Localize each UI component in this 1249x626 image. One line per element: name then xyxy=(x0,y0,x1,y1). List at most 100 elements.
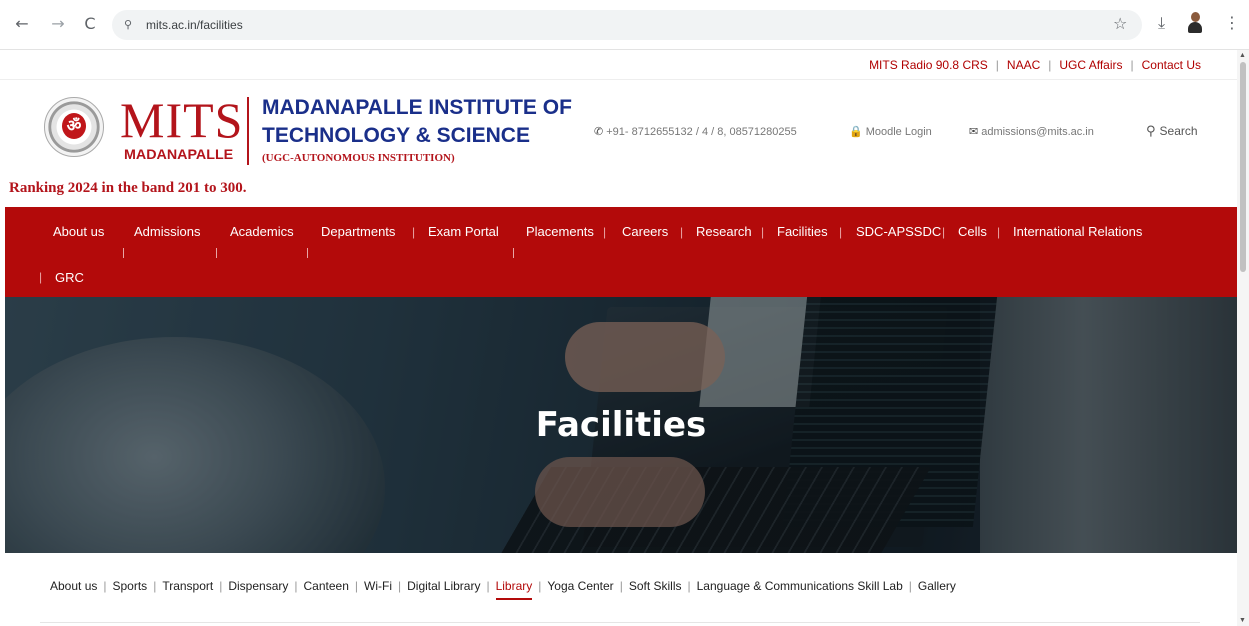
nav-separator: | xyxy=(412,225,416,239)
page-scrollbar[interactable]: ▲ ▼ xyxy=(1237,50,1249,626)
nav-item-grc[interactable]: GRC xyxy=(55,270,84,285)
main-navigation: About us Admissions Academics Department… xyxy=(5,207,1237,297)
institute-subtitle: (UGC-AUTONOMOUS INSTITUTION) xyxy=(262,152,455,164)
nav-item-exam-portal[interactable]: Exam Portal xyxy=(428,224,499,239)
nav-separator xyxy=(307,248,308,258)
nav-item-international-relations[interactable]: International Relations xyxy=(1013,224,1142,239)
subnav-item-soft-skills[interactable]: Soft Skills xyxy=(629,579,682,593)
nav-item-departments[interactable]: Departments xyxy=(321,224,395,239)
subnav-item-about-us[interactable]: About us xyxy=(50,579,97,593)
nav-item-about-us[interactable]: About us xyxy=(53,224,104,239)
top-link-separator: | xyxy=(995,58,999,72)
scrollbar-thumb[interactable] xyxy=(1240,62,1246,272)
search-icon: ⚲ xyxy=(1146,124,1156,139)
subnav-separator: | xyxy=(103,579,107,593)
nav-item-cells[interactable]: Cells xyxy=(958,224,987,239)
ranking-text: Ranking 2024 in the band 201 to 300. xyxy=(9,180,247,196)
subnav-item-digital-library[interactable]: Digital Library xyxy=(407,579,480,593)
nav-separator: | xyxy=(942,225,946,239)
reload-icon[interactable]: C xyxy=(80,14,100,34)
phone-number: +91- 8712655132 / 4 / 8, 08571280255 xyxy=(606,126,797,138)
nav-item-placements[interactable]: Placements xyxy=(526,224,594,239)
page-title: Facilities xyxy=(535,405,707,445)
subnav-item-wi-fi[interactable]: Wi-Fi xyxy=(364,579,392,593)
top-link-radio[interactable]: MITS Radio 90.8 CRS xyxy=(869,58,988,72)
subnav-item-library-active[interactable]: Library xyxy=(495,579,533,600)
subnav-separator: | xyxy=(687,579,691,593)
nav-separator: | xyxy=(39,270,43,284)
mail-icon: ✉ xyxy=(969,125,979,138)
nav-separator xyxy=(513,248,514,258)
hero-banner: Facilities xyxy=(5,297,1237,553)
moodle-login-link[interactable]: 🔒 Moodle Login xyxy=(849,125,932,138)
browser-menu-icon[interactable]: ⋮ xyxy=(1224,13,1240,32)
email-link[interactable]: ✉ admissions@mits.ac.in xyxy=(969,125,1094,138)
download-icon[interactable]: ⤓ xyxy=(1158,13,1165,33)
subnav-separator: | xyxy=(908,579,912,593)
browser-toolbar: ← → C ⚲ mits.ac.in/facilities ☆ ⤓ ⋮ xyxy=(0,0,1249,50)
bookmark-star-icon[interactable]: ☆ xyxy=(1113,14,1127,33)
phone-icon: ✆ xyxy=(594,125,604,138)
top-link-separator: | xyxy=(1130,58,1134,72)
subnav-separator: | xyxy=(294,579,298,593)
email-address: admissions@mits.ac.in xyxy=(981,126,1094,138)
moodle-login-label: Moodle Login xyxy=(865,126,932,138)
subnav-separator: | xyxy=(538,579,542,593)
forward-arrow-icon[interactable]: → xyxy=(48,14,68,34)
nav-separator: | xyxy=(680,225,684,239)
subnav-separator: | xyxy=(153,579,157,593)
scroll-down-arrow-icon[interactable]: ▼ xyxy=(1239,617,1246,624)
nav-item-admissions[interactable]: Admissions xyxy=(134,224,200,239)
subnav-item-dispensary[interactable]: Dispensary xyxy=(228,579,288,593)
subnav-separator: | xyxy=(219,579,223,593)
nav-item-sdc-apssdc[interactable]: SDC-APSSDC xyxy=(856,224,941,239)
facilities-subnav: About us | Sports | Transport | Dispensary | Can… xyxy=(0,575,1237,600)
institute-name-line1: MADANAPALLE INSTITUTE OF xyxy=(262,96,572,119)
top-links-bar: MITS Radio 90.8 CRS | NAAC | UGC Affairs | Con… xyxy=(0,50,1237,80)
top-link-naac[interactable]: NAAC xyxy=(1007,58,1040,72)
facilities-subnav-links: About us | Sports | Transport | Dispensary | Can… xyxy=(50,579,956,600)
nav-item-careers[interactable]: Careers xyxy=(622,224,668,239)
subnav-item-yoga-center[interactable]: Yoga Center xyxy=(547,579,613,593)
logo-divider xyxy=(247,97,249,165)
subnav-item-canteen[interactable]: Canteen xyxy=(304,579,349,593)
search-label: Search xyxy=(1159,124,1198,138)
nav-separator xyxy=(123,248,124,258)
back-arrow-icon[interactable]: ← xyxy=(12,14,32,34)
avatar-head xyxy=(1191,12,1200,22)
scroll-up-arrow-icon[interactable]: ▲ xyxy=(1239,52,1246,59)
top-link-separator: | xyxy=(1048,58,1052,72)
subnav-item-gallery[interactable]: Gallery xyxy=(918,579,956,593)
subnav-separator: | xyxy=(397,579,402,593)
nav-separator xyxy=(216,248,217,258)
institute-name-line2: TECHNOLOGY & SCIENCE xyxy=(262,124,530,147)
nav-separator: | xyxy=(603,225,607,239)
subnav-item-language-communications-skill-lab[interactable]: Language & Communications Skill Lab xyxy=(697,579,903,593)
top-link-ugc-affairs[interactable]: UGC Affairs xyxy=(1059,58,1122,72)
subnav-item-transport[interactable]: Transport xyxy=(162,579,213,593)
phone-contact[interactable]: ✆ +91- 8712655132 / 4 / 8, 08571280255 xyxy=(594,125,797,138)
top-links: MITS Radio 90.8 CRS | NAAC | UGC Affairs | Con… xyxy=(869,58,1201,72)
profile-avatar-icon[interactable] xyxy=(1187,12,1203,34)
top-link-contact-us[interactable]: Contact Us xyxy=(1142,58,1201,72)
subnav-separator: | xyxy=(354,579,358,593)
address-bar[interactable]: ⚲ mits.ac.in/facilities xyxy=(112,10,1142,40)
logo-madanapalle-text[interactable]: MADANAPALLE xyxy=(124,146,233,162)
nav-separator: | xyxy=(839,225,843,239)
search-button[interactable]: ⚲ Search xyxy=(1146,124,1198,139)
url-text[interactable]: mits.ac.in/facilities xyxy=(146,18,243,32)
nav-separator: | xyxy=(997,225,1001,239)
avatar-body xyxy=(1188,22,1202,33)
subnav-divider xyxy=(40,622,1200,623)
subnav-separator: | xyxy=(486,579,490,593)
nav-item-research[interactable]: Research xyxy=(696,224,752,239)
subnav-separator: | xyxy=(619,579,623,593)
nav-item-academics[interactable]: Academics xyxy=(230,224,294,239)
nav-item-facilities[interactable]: Facilities xyxy=(777,224,828,239)
lock-icon: 🔒 xyxy=(849,125,863,138)
site-info-icon[interactable]: ⚲ xyxy=(124,18,132,31)
subnav-item-sports[interactable]: Sports xyxy=(113,579,148,593)
emblem-om-icon: ॐ xyxy=(62,113,86,139)
logo-mits-text[interactable]: MITS xyxy=(120,95,243,145)
institute-emblem-logo[interactable]: ॐ xyxy=(44,97,104,157)
